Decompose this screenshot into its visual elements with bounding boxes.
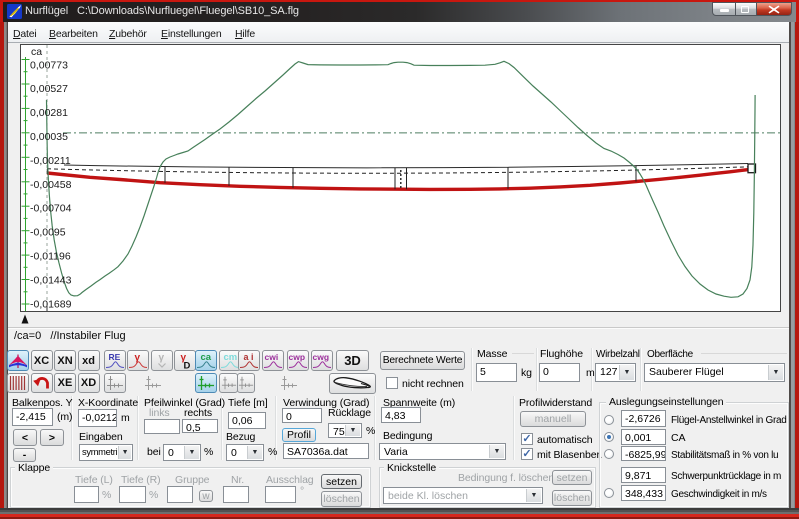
- svg-text:cwg: cwg: [313, 352, 330, 362]
- svg-text:-0,00211: -0,00211: [30, 155, 71, 167]
- svg-text:-0,00458: -0,00458: [30, 179, 72, 191]
- svg-text:-0,01689: -0,01689: [30, 298, 72, 310]
- svg-text:cwi: cwi: [265, 352, 279, 362]
- svg-text:-0,0095: -0,0095: [30, 227, 66, 239]
- svg-text:0,00035: 0,00035: [30, 131, 68, 143]
- svg-text:0,00773: 0,00773: [30, 59, 68, 71]
- svg-text:-0,00704: -0,00704: [30, 203, 72, 215]
- svg-text:ca: ca: [31, 46, 42, 58]
- svg-text:0,00527: 0,00527: [30, 83, 68, 95]
- svg-text:RE: RE: [108, 352, 120, 362]
- svg-text:cwp: cwp: [289, 352, 306, 362]
- svg-text:0,00281: 0,00281: [30, 107, 68, 119]
- svg-text:a i: a i: [244, 352, 254, 362]
- svg-text:-0,01443: -0,01443: [30, 274, 72, 286]
- svg-text:D: D: [184, 360, 191, 370]
- svg-text:γ: γ: [158, 352, 164, 363]
- svg-text:-0,01196: -0,01196: [30, 251, 71, 263]
